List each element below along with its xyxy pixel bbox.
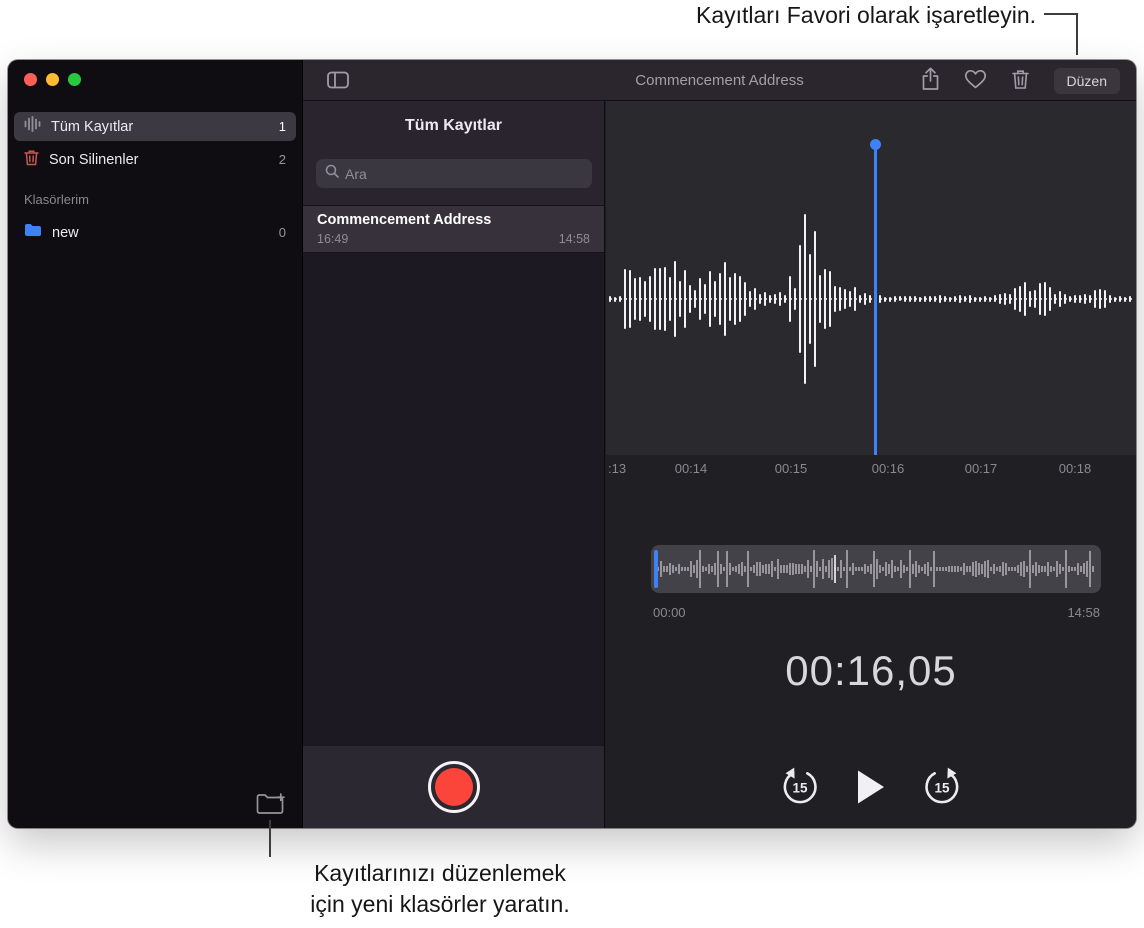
svg-text:15: 15 bbox=[792, 781, 808, 796]
svg-text:15: 15 bbox=[934, 781, 950, 796]
callout-folders-text: Kayıtlarınızı düzenlemek için yeni klasö… bbox=[272, 858, 608, 920]
share-button[interactable] bbox=[921, 67, 940, 94]
callout-folders-line-vertical bbox=[269, 820, 271, 857]
recording-duration: 14:58 bbox=[558, 232, 590, 246]
main-waveform-bars bbox=[606, 101, 1136, 455]
timeline-label: 00:17 bbox=[964, 461, 998, 476]
list-header-title: Tüm Kayıtlar bbox=[405, 117, 502, 134]
waveform-icon bbox=[24, 115, 41, 137]
timeline-label: 00:14 bbox=[674, 461, 708, 476]
scrubber-end-time: 14:58 bbox=[1067, 605, 1100, 620]
playback-controls: 15 15 bbox=[606, 757, 1136, 817]
timeline-label: :13 bbox=[608, 461, 627, 476]
sidebar: Tüm Kayıtlar 1 Son Silinenler 2 Klasörle… bbox=[8, 60, 303, 828]
record-icon bbox=[434, 768, 473, 806]
toolbar: Commencement Address Düzen bbox=[303, 60, 1136, 101]
share-icon bbox=[921, 67, 940, 94]
search-input[interactable] bbox=[345, 165, 583, 182]
waveform-display bbox=[606, 101, 1136, 455]
current-time-display: 00:16,05 bbox=[785, 647, 957, 694]
new-folder-button[interactable] bbox=[254, 792, 288, 820]
player-panel: :13 00:14 00:15 00:16 00:17 00:18 00:00 … bbox=[606, 101, 1136, 828]
skip-forward-15-button[interactable]: 15 bbox=[922, 767, 962, 807]
edit-button[interactable]: Düzen bbox=[1053, 67, 1120, 94]
favorite-button[interactable] bbox=[964, 69, 987, 92]
overview-scrubber[interactable] bbox=[651, 545, 1101, 593]
minimize-window-button[interactable] bbox=[46, 73, 59, 86]
recording-time: 16:49 bbox=[317, 232, 349, 246]
record-button[interactable] bbox=[427, 761, 480, 813]
play-button[interactable] bbox=[856, 769, 886, 805]
voice-memos-window: Tüm Kayıtlar 1 Son Silinenler 2 Klasörle… bbox=[8, 60, 1136, 828]
callout-folders-line1: Kayıtlarınızı düzenlemek bbox=[314, 860, 566, 886]
record-bar bbox=[303, 745, 604, 828]
timeline-ruler: :13 00:14 00:15 00:16 00:17 00:18 bbox=[606, 461, 1136, 477]
close-window-button[interactable] bbox=[24, 73, 37, 86]
playhead-line[interactable] bbox=[874, 145, 877, 455]
scrubber-marker bbox=[834, 555, 836, 583]
sidebar-item-count: 2 bbox=[278, 152, 286, 167]
callout-favorite-text: Kayıtları Favori olarak işaretleyin. bbox=[695, 2, 1036, 28]
sidebar-item-recently-deleted[interactable]: Son Silinenler 2 bbox=[14, 145, 296, 174]
recording-list-item[interactable]: Commencement Address 16:49 14:58 bbox=[303, 205, 604, 253]
search-field[interactable] bbox=[316, 159, 592, 188]
sidebar-item-folder-new[interactable]: new 0 bbox=[14, 218, 296, 247]
zoom-window-button[interactable] bbox=[68, 73, 81, 86]
page: Kayıtları Favori olarak işaretleyin. Tüm… bbox=[0, 0, 1144, 928]
timeline-label: 00:18 bbox=[1058, 461, 1092, 476]
sidebar-item-count: 0 bbox=[278, 225, 286, 240]
sidebar-toggle-button[interactable] bbox=[327, 71, 349, 92]
sidebar-section-my-folders: Klasörlerim bbox=[24, 192, 90, 207]
traffic-lights bbox=[24, 73, 81, 86]
callout-favorite-line-vertical bbox=[1076, 13, 1078, 55]
heart-icon bbox=[964, 69, 987, 92]
recording-title: Commencement Address bbox=[317, 212, 492, 228]
scrubber-start-time: 00:00 bbox=[653, 605, 686, 620]
sidebar-item-count: 1 bbox=[278, 119, 286, 134]
search-icon bbox=[325, 164, 339, 183]
sidebar-item-label: Son Silinenler bbox=[49, 151, 139, 168]
sidebar-toggle-icon bbox=[327, 71, 349, 92]
new-folder-icon bbox=[256, 793, 286, 820]
sidebar-item-label: new bbox=[52, 224, 79, 241]
trash-icon bbox=[1011, 68, 1030, 93]
recordings-list-panel: Tüm Kayıtlar Commencement Address 16:49 bbox=[303, 101, 605, 828]
skip-forward-15-icon: 15 bbox=[925, 767, 959, 804]
skip-back-15-icon: 15 bbox=[783, 767, 817, 804]
trash-icon bbox=[24, 149, 39, 171]
callout-folders-line2: için yeni klasörler yaratın. bbox=[310, 891, 570, 917]
skip-back-15-button[interactable]: 15 bbox=[780, 767, 820, 807]
timeline-label: 00:15 bbox=[774, 461, 808, 476]
callout-favorite-line-horizontal bbox=[1044, 13, 1076, 15]
scrubber-position-indicator[interactable] bbox=[654, 550, 658, 588]
toolbar-actions: Düzen bbox=[921, 60, 1120, 101]
sidebar-item-label: Tüm Kayıtlar bbox=[51, 118, 134, 135]
folder-icon bbox=[24, 223, 42, 242]
timeline-label: 00:16 bbox=[871, 461, 905, 476]
overview-waveform-bars bbox=[651, 545, 1101, 593]
play-icon bbox=[858, 770, 884, 804]
sidebar-item-all-recordings[interactable]: Tüm Kayıtlar 1 bbox=[14, 112, 296, 141]
delete-button[interactable] bbox=[1011, 68, 1030, 93]
